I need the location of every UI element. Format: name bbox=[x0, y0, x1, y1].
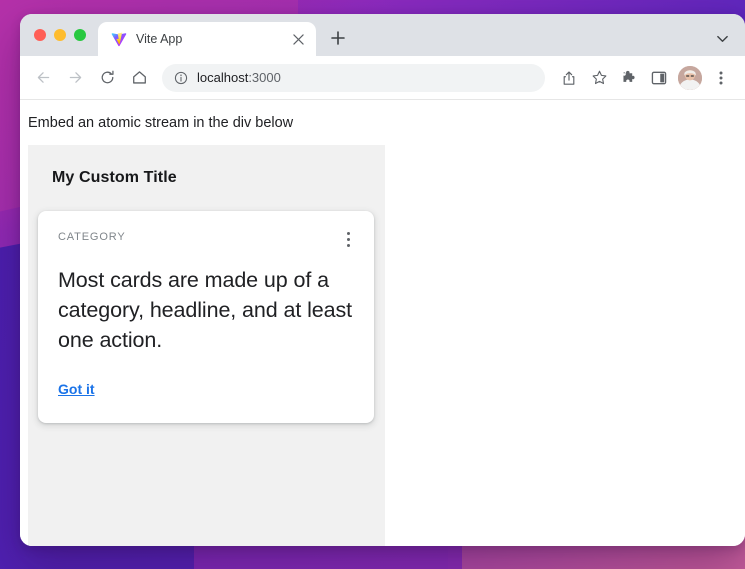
share-icon bbox=[563, 70, 575, 85]
new-tab-button[interactable] bbox=[324, 24, 352, 52]
share-button[interactable] bbox=[555, 64, 583, 92]
browser-menu-button[interactable] bbox=[707, 64, 735, 92]
profile-avatar[interactable] bbox=[678, 65, 702, 90]
home-icon bbox=[132, 71, 146, 84]
reload-icon bbox=[101, 70, 114, 84]
reload-button[interactable] bbox=[92, 63, 122, 93]
chevron-down-icon bbox=[716, 35, 728, 42]
browser-tab[interactable]: Vite App bbox=[98, 22, 316, 56]
side-panel-button[interactable] bbox=[645, 64, 673, 92]
side-panel-icon bbox=[651, 71, 667, 84]
three-dots-vertical-icon bbox=[719, 71, 723, 84]
close-window-button[interactable] bbox=[34, 29, 46, 41]
three-dots-vertical-icon[interactable] bbox=[338, 229, 358, 249]
url-text: localhost:3000 bbox=[197, 70, 281, 85]
tab-strip: Vite App bbox=[20, 14, 745, 56]
page-heading: Embed an atomic stream in the div below bbox=[28, 115, 294, 131]
page-viewport: Embed an atomic stream in the div below … bbox=[20, 100, 745, 546]
back-button[interactable] bbox=[28, 63, 58, 93]
window-controls bbox=[30, 14, 96, 56]
url-port: :3000 bbox=[248, 70, 281, 85]
browser-toolbar: localhost:3000 bbox=[20, 56, 745, 100]
bookmark-button[interactable] bbox=[585, 64, 613, 92]
panel-title: My Custom Title bbox=[52, 169, 177, 186]
vite-logo-icon bbox=[111, 32, 127, 47]
card-header: CATEGORY bbox=[58, 229, 354, 249]
puzzle-piece-icon bbox=[622, 70, 635, 82]
forward-arrow-icon bbox=[69, 72, 81, 83]
minimize-window-button[interactable] bbox=[54, 29, 66, 41]
extensions-button[interactable] bbox=[615, 64, 643, 92]
tab-title: Vite App bbox=[136, 32, 183, 46]
address-bar[interactable]: localhost:3000 bbox=[162, 63, 545, 92]
card-headline: Most cards are made up of a category, he… bbox=[58, 268, 353, 352]
embed-container-div: My Custom Title CATEGORY Most cards are … bbox=[28, 145, 385, 546]
browser-window: Vite App localhost:3000 Embed an atomic … bbox=[20, 14, 745, 546]
card-category-label: CATEGORY bbox=[58, 231, 126, 243]
tab-search-button[interactable] bbox=[709, 25, 735, 51]
star-icon bbox=[592, 70, 606, 85]
got-it-button[interactable]: Got it bbox=[58, 381, 95, 397]
atomic-card[interactable]: CATEGORY Most cards are made up of a cat… bbox=[38, 211, 374, 423]
maximize-window-button[interactable] bbox=[74, 29, 86, 41]
home-button[interactable] bbox=[124, 63, 154, 93]
close-icon[interactable] bbox=[289, 30, 307, 48]
info-circle-icon[interactable] bbox=[174, 71, 188, 85]
plus-icon bbox=[331, 31, 345, 45]
forward-button[interactable] bbox=[60, 63, 90, 93]
url-host: localhost bbox=[197, 70, 249, 85]
back-arrow-icon bbox=[37, 72, 49, 83]
